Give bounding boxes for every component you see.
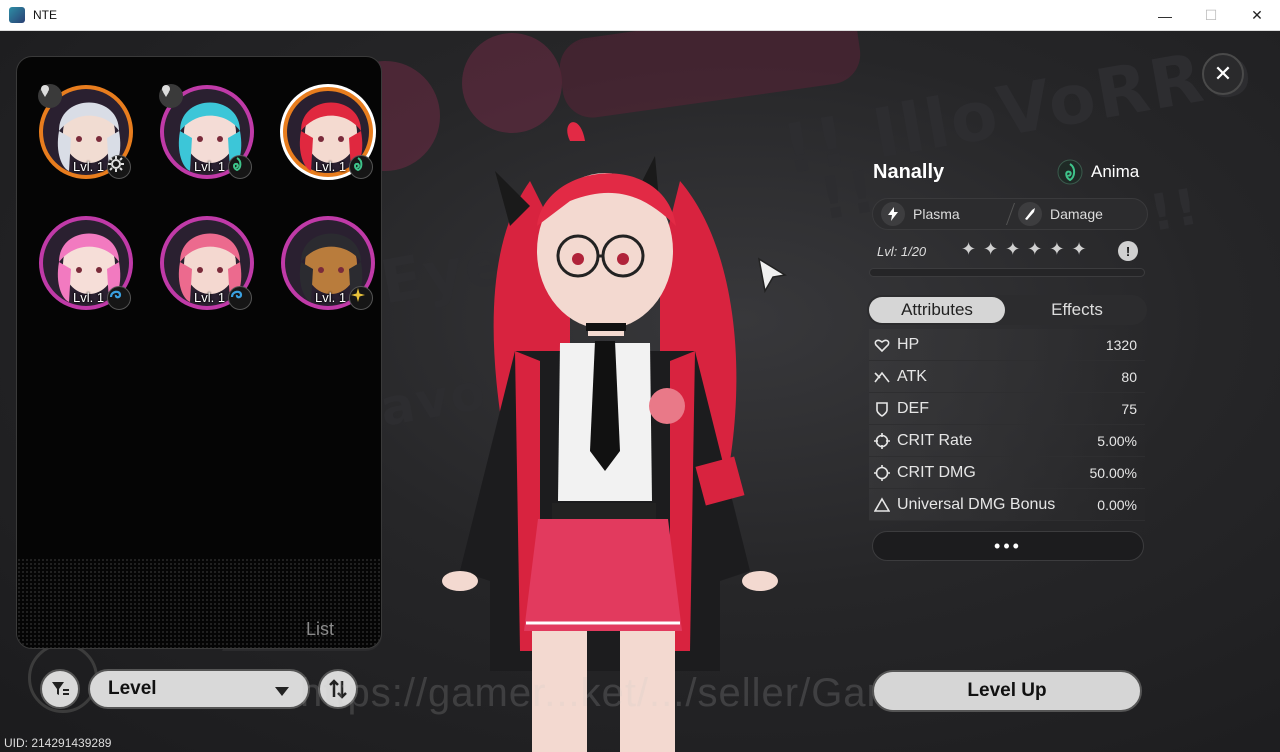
stat-value: 75 [1121, 400, 1137, 417]
character-portrait[interactable]: Lvl. 1 [279, 214, 377, 312]
portrait-level: Lvl. 1 [194, 290, 226, 305]
stat-name: CRIT Rate [897, 431, 973, 449]
stat-value: 1320 [1105, 336, 1137, 353]
close-window-button[interactable]: ✕ [1234, 0, 1280, 31]
filter-icon [52, 682, 69, 695]
rank-star-icon: ✦ [1049, 239, 1065, 259]
portrait-level: Lvl. 1 [73, 290, 105, 305]
stat-name: Universal DMG Bonus [897, 495, 1056, 513]
window-title: NTE [33, 8, 57, 22]
damage-type: Damage [1010, 199, 1147, 229]
tab-effects[interactable]: Effects [1009, 297, 1145, 323]
stat-name: DEF [897, 399, 929, 417]
spiral-leaf-icon [228, 155, 252, 179]
stat-name: CRIT DMG [897, 463, 976, 481]
window-titlebar: NTE — ☐ ✕ [0, 0, 1280, 31]
stat-row: ATK 80 [869, 361, 1145, 393]
character-name: Nanally [873, 161, 945, 183]
tab-attributes[interactable]: Attributes [869, 297, 1005, 323]
character-portrait[interactable]: Lvl. 1 [37, 214, 135, 312]
character-portrait[interactable]: Lvl. 1 [158, 83, 256, 181]
stat-row: CRIT Rate 5.00% [869, 425, 1145, 457]
background-graffiti: !! [1145, 177, 1205, 243]
character-portrait[interactable]: Lvl. 1 [158, 214, 256, 312]
window-controls: — ☐ ✕ [1142, 0, 1280, 31]
mouse-cursor-icon [757, 257, 787, 293]
plasma-icon [881, 202, 905, 226]
stat-value: 5.00% [1097, 432, 1137, 449]
plasma-type: Plasma [873, 199, 1010, 229]
rank-star-icon: ✦ [1005, 239, 1021, 259]
info-icon[interactable]: ! [1118, 241, 1138, 261]
damage-icon [1018, 202, 1042, 226]
character-model [442, 122, 778, 752]
wave-icon [228, 286, 252, 310]
star-burst-icon [349, 286, 373, 310]
character-attribute: Anima [1057, 159, 1139, 185]
attribute-label: Anima [1091, 162, 1140, 181]
info-tabs: Attributes Effects [867, 295, 1147, 325]
portrait-level: Lvl. 1 [315, 159, 347, 174]
rank-star-icon: ✦ [1071, 239, 1087, 259]
close-button[interactable]: ✕ [1202, 53, 1244, 95]
level-prefix: Lvl: [877, 244, 898, 259]
shield-icon [873, 400, 891, 418]
spiral-leaf-icon [349, 155, 373, 179]
uid-label: UID: 214291439289 [4, 736, 112, 750]
level-current: 1 [900, 244, 909, 259]
level-up-button[interactable]: Level Up [872, 670, 1142, 712]
heart-icon [873, 336, 891, 354]
xp-progress-bar [869, 268, 1145, 277]
filter-button[interactable] [40, 669, 80, 709]
attack-icon [873, 368, 891, 386]
triangle-icon [873, 496, 891, 514]
sort-dropdown-label: Level [108, 678, 157, 699]
crosshair-icon [873, 432, 891, 450]
more-stats-button[interactable]: ••• [872, 531, 1144, 561]
stat-name: ATK [897, 367, 927, 385]
stat-row: DEF 75 [869, 393, 1145, 425]
stat-row: CRIT DMG 50.00% [869, 457, 1145, 489]
stat-row: HP 1320 [869, 329, 1145, 361]
plasma-label: Plasma [913, 206, 960, 222]
gear-icon [107, 155, 131, 179]
maximize-button[interactable]: ☐ [1188, 0, 1234, 31]
portrait-level: Lvl. 1 [194, 159, 226, 174]
pin-icon [38, 84, 62, 108]
stats-list: HP 1320 ATK 80 DEF 75 CRIT Rate 5.00% CRIT DMG 50… [869, 329, 1145, 521]
stat-name: HP [897, 335, 920, 353]
stat-row: Universal DMG Bonus 0.00% [869, 489, 1145, 521]
character-type-pill: Plasma Damage [872, 198, 1148, 230]
pin-icon [159, 84, 183, 108]
minimize-button[interactable]: — [1142, 0, 1188, 31]
damage-label: Damage [1050, 206, 1103, 222]
roster-list-tab[interactable]: List [306, 619, 334, 640]
portrait-level: Lvl. 1 [73, 159, 105, 174]
anima-element-icon [1057, 159, 1083, 185]
stat-value: 80 [1121, 368, 1137, 385]
stat-value: 0.00% [1097, 496, 1137, 513]
level-display: Lvl: 1/20 [877, 244, 926, 259]
rank-stars: ✦ ✦ ✦ ✦ ✦ ✦ [961, 239, 1087, 260]
rank-star-icon: ✦ [961, 239, 977, 259]
character-portrait[interactable]: Lvl. 1 [37, 83, 135, 181]
crit-dmg-icon [873, 464, 891, 482]
character-roster-panel: Lvl. 1 Lvl. 1 Lvl. 1 Lvl. 1 Lvl. 1 Lvl. 1 [16, 56, 382, 649]
wave-icon [107, 286, 131, 310]
stat-value: 50.00% [1089, 464, 1137, 481]
game-scene: !! IlloVoRRo Eye !! !! !! avo Lvl. 1 Lvl… [0, 31, 1280, 752]
sort-dropdown[interactable]: Level [88, 669, 310, 709]
character-portrait[interactable]: Lvl. 1 [279, 83, 377, 181]
portrait-level: Lvl. 1 [315, 290, 347, 305]
level-max: /20 [908, 244, 927, 259]
app-icon [9, 7, 25, 23]
chevron-down-icon [275, 687, 289, 696]
rank-star-icon: ✦ [1027, 239, 1043, 259]
rank-star-icon: ✦ [983, 239, 999, 259]
